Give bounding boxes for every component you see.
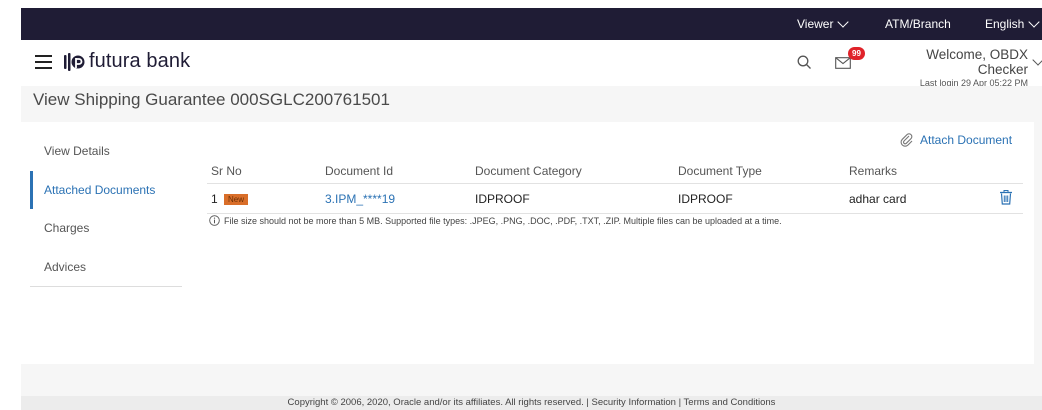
atm-branch-link[interactable]: ATM/Branch: [885, 17, 951, 31]
attach-document-label: Attach Document: [920, 133, 1013, 147]
header-document-id: Document Id: [325, 163, 394, 178]
language-label: English: [985, 17, 1025, 31]
page-title: View Shipping Guarantee 000SGLC200761501: [33, 90, 390, 109]
file-size-note: File size should not be more than 5 MB. …: [209, 215, 782, 226]
menu-icon[interactable]: [35, 55, 52, 69]
paperclip-icon: [900, 133, 913, 147]
nav-divider: [30, 286, 182, 287]
mailbox-button[interactable]: [835, 56, 851, 74]
chevron-down-icon: [1032, 53, 1042, 66]
chevron-down-icon: [1028, 15, 1041, 28]
table-row: 1 New 3.IPM_****19 IDPROOF IDPROOF adhar…: [207, 184, 1023, 214]
user-menu[interactable]: Welcome, OBDX Checker Last login 29 Apr …: [873, 47, 1042, 88]
cell-document-type: IDPROOF: [678, 191, 733, 206]
brand-logo[interactable]: futura bank: [63, 50, 190, 73]
sr-number: 1: [211, 191, 218, 206]
trash-icon: [1000, 189, 1012, 205]
delete-button[interactable]: [989, 189, 1023, 208]
nav-item-charges[interactable]: Charges: [30, 209, 182, 248]
viewer-dropdown[interactable]: Viewer: [797, 15, 850, 31]
brand-name: futura bank: [89, 50, 191, 72]
welcome-text: Welcome, OBDX Checker: [926, 47, 1029, 77]
app-header: futura bank 99 Welcome, OBDX Checker Las…: [21, 40, 1042, 88]
chevron-down-icon: [837, 15, 850, 28]
header-sr-no: Sr No: [211, 163, 242, 178]
nav-item-view-details[interactable]: View Details: [30, 132, 182, 171]
top-bar: Viewer ATM/Branch English: [21, 8, 1042, 40]
header-remarks: Remarks: [849, 163, 898, 178]
cell-document-category: IDPROOF: [475, 191, 530, 206]
mail-icon: [835, 57, 851, 69]
futura-logo-icon: [64, 52, 85, 71]
side-navigation: View Details Attached Documents Charges …: [30, 132, 182, 287]
notification-badge: 99: [848, 47, 865, 60]
new-badge: New: [224, 193, 249, 205]
atm-branch-label: ATM/Branch: [885, 17, 951, 31]
documents-table: Sr No Document Id Document Category Docu…: [207, 158, 1023, 214]
cell-sr-no: 1 New: [207, 192, 325, 206]
cell-remarks: adhar card: [849, 191, 907, 206]
document-id-link[interactable]: 3.IPM_****19: [325, 192, 395, 206]
cell-document-id: 3.IPM_****19: [325, 192, 475, 206]
nav-item-advices[interactable]: Advices: [30, 248, 182, 287]
info-icon: [209, 215, 220, 226]
main-card: View Details Attached Documents Charges …: [21, 122, 1034, 364]
header-document-type: Document Type: [678, 163, 762, 178]
language-dropdown[interactable]: English: [985, 15, 1041, 31]
search-icon: [797, 55, 811, 69]
nav-item-attached-documents[interactable]: Attached Documents: [30, 170, 182, 209]
search-button[interactable]: [797, 55, 812, 75]
viewer-label: Viewer: [797, 17, 834, 31]
page-title-bar: View Shipping Guarantee 000SGLC200761501: [21, 86, 1042, 114]
table-header: Sr No Document Id Document Category Docu…: [207, 158, 1023, 184]
header-document-category: Document Category: [475, 163, 582, 178]
footer: Copyright © 2006, 2020, Oracle and/or it…: [21, 396, 1042, 410]
file-size-note-text: File size should not be more than 5 MB. …: [224, 215, 782, 226]
attach-document-link[interactable]: Attach Document: [900, 133, 1012, 147]
